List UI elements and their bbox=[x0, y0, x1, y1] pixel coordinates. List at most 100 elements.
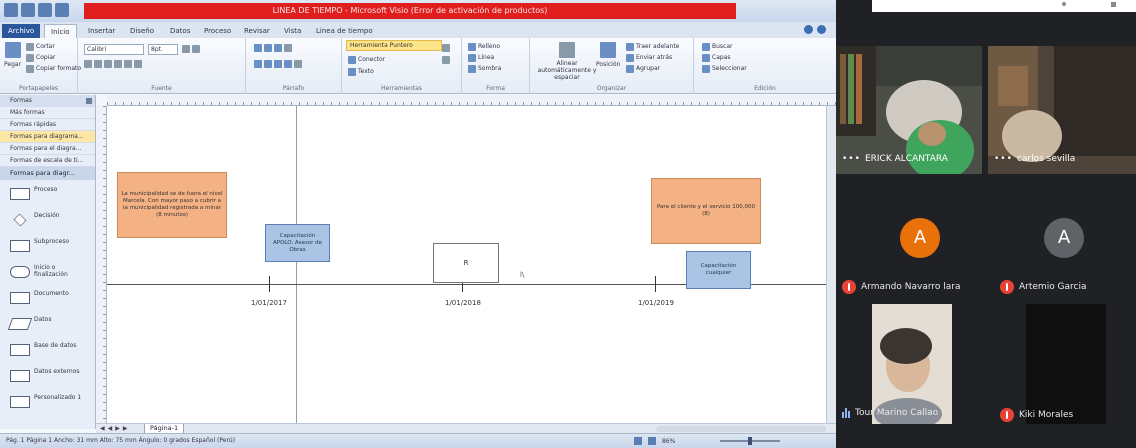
shape-label: Subproceso bbox=[34, 238, 70, 245]
meeting-top-bar bbox=[872, 0, 1136, 12]
shape-item-decision[interactable]: Decisión bbox=[0, 206, 95, 232]
app-icon[interactable] bbox=[4, 3, 18, 17]
participant-avatar[interactable]: A bbox=[900, 218, 940, 258]
font-size-select[interactable]: 8pt. bbox=[148, 44, 178, 55]
timeline-event-box[interactable]: Capacitación APOLO. Asesor de Obras bbox=[265, 224, 330, 262]
tab-diseno[interactable]: Diseño bbox=[124, 24, 160, 38]
process-shape-icon bbox=[10, 188, 30, 200]
participant-tile[interactable] bbox=[872, 304, 952, 424]
copy-button[interactable]: Copiar bbox=[26, 53, 55, 62]
rectangle-icon bbox=[442, 44, 450, 52]
participant-tile[interactable] bbox=[1026, 304, 1106, 424]
more-icon[interactable]: ••• bbox=[842, 154, 861, 164]
participant-tile[interactable]: ••• carlos sevilla bbox=[988, 46, 1136, 174]
save-icon[interactable] bbox=[21, 3, 35, 17]
font-style-buttons[interactable] bbox=[84, 60, 142, 68]
page-navigation[interactable]: ◀ ◀ ▶ ▶ bbox=[100, 424, 128, 433]
shape-item-custom[interactable]: Personalizado 1 bbox=[0, 388, 95, 414]
pointer-tool-button[interactable]: Herramienta Puntero bbox=[346, 40, 442, 51]
stencil-link-timeline[interactable]: Formas de escala de ti... bbox=[0, 155, 95, 167]
shape-item-external-data[interactable]: Datos externos bbox=[0, 362, 95, 388]
redo-icon[interactable] bbox=[55, 3, 69, 17]
zoom-slider-knob[interactable] bbox=[748, 437, 752, 445]
guide-line bbox=[296, 106, 297, 423]
fit-page-icon[interactable] bbox=[648, 437, 656, 445]
participant-name: Armando Navarro lara bbox=[861, 282, 961, 292]
position-button[interactable]: Posición bbox=[596, 42, 620, 69]
participant-avatar[interactable]: A bbox=[1044, 218, 1084, 258]
vertical-align-buttons[interactable] bbox=[254, 44, 292, 52]
send-back-label: Enviar atrás bbox=[636, 54, 673, 61]
timeline-event-box[interactable]: Capacitación cualquier bbox=[686, 251, 751, 289]
shadow-button[interactable]: Sombra bbox=[468, 64, 501, 73]
paste-button[interactable]: Pegar bbox=[4, 42, 21, 69]
stencil-link-diagram-2[interactable]: Formas para el diagra... bbox=[0, 143, 95, 155]
shape-item-process[interactable]: Proceso bbox=[0, 180, 95, 206]
help-icon[interactable] bbox=[817, 25, 826, 34]
last-page-icon[interactable]: ▶ bbox=[123, 424, 128, 433]
shape-item-document[interactable]: Documento bbox=[0, 284, 95, 310]
prev-page-icon[interactable]: ◀ bbox=[108, 424, 113, 433]
horizontal-align-buttons[interactable] bbox=[254, 60, 302, 68]
connector-tool-button[interactable]: Conector bbox=[348, 55, 385, 64]
tab-archivo[interactable]: Archivo bbox=[2, 24, 41, 38]
connector-label: Conector bbox=[358, 56, 386, 63]
send-back-button[interactable]: Enviar atrás bbox=[626, 53, 672, 62]
vertical-scrollbar[interactable] bbox=[826, 106, 836, 423]
select-label: Seleccionar bbox=[712, 65, 747, 72]
collapse-panel-icon[interactable] bbox=[86, 98, 92, 104]
minimize-ribbon-icon[interactable] bbox=[804, 25, 813, 34]
more-options-icon[interactable] bbox=[1062, 2, 1066, 6]
shrink-font-icon bbox=[192, 45, 200, 53]
font-name-select[interactable]: Calibri bbox=[84, 44, 144, 55]
tab-linea-de-tiempo[interactable]: Linea de tiempo bbox=[310, 24, 379, 38]
layers-button[interactable]: Capas bbox=[702, 53, 730, 62]
undo-icon[interactable] bbox=[38, 3, 52, 17]
select-icon bbox=[702, 64, 710, 73]
participant-tile[interactable]: ••• ERICK ALCANTARA bbox=[836, 46, 982, 174]
tab-proceso[interactable]: Proceso bbox=[198, 24, 237, 38]
tab-inicio[interactable]: Inicio bbox=[44, 24, 77, 38]
position-label: Posición bbox=[596, 61, 621, 68]
drawing-canvas[interactable]: 1/01/2017 1/01/2018 1/01/2019 La municip… bbox=[107, 106, 826, 423]
shape-item-data[interactable]: Datos bbox=[0, 310, 95, 336]
first-page-icon[interactable]: ◀ bbox=[100, 424, 105, 433]
auto-align-button[interactable]: Alinear automáticamente y espaciar bbox=[536, 42, 598, 81]
timeline-event-box[interactable]: Para el cliente y el servicio 100,000 (8… bbox=[651, 178, 761, 244]
shape-item-database[interactable]: Base de datos bbox=[0, 336, 95, 362]
shapes-panel-title: Formas bbox=[10, 97, 32, 104]
group-button[interactable]: Agrupar bbox=[626, 64, 660, 73]
tab-vista[interactable]: Vista bbox=[278, 24, 307, 38]
more-icon[interactable]: ••• bbox=[994, 154, 1013, 164]
rectangle-tool-button[interactable] bbox=[442, 44, 450, 52]
fill-button[interactable]: Relleno bbox=[468, 42, 500, 51]
format-painter-button[interactable]: Copiar formato bbox=[26, 64, 81, 73]
tab-revisar[interactable]: Revisar bbox=[238, 24, 276, 38]
quick-shapes-link[interactable]: Formas rápidas bbox=[0, 119, 95, 131]
next-page-icon[interactable]: ▶ bbox=[115, 424, 120, 433]
line-button[interactable]: Línea bbox=[468, 53, 494, 62]
full-screen-icon[interactable] bbox=[634, 437, 642, 445]
cut-button[interactable]: Cortar bbox=[26, 42, 55, 51]
close-icon[interactable] bbox=[1111, 2, 1116, 7]
font-grow-buttons[interactable] bbox=[182, 45, 200, 53]
tab-insertar[interactable]: Insertar bbox=[82, 24, 121, 38]
stencil-link-diagram-1[interactable]: Formas para diagrama... bbox=[0, 131, 95, 143]
group-label-tools: Herramientas bbox=[381, 85, 422, 92]
select-button[interactable]: Seleccionar bbox=[702, 64, 747, 73]
group-editing: Buscar Capas Seleccionar Edición bbox=[694, 38, 836, 94]
shape-item-start-end[interactable]: Inicio o finalización bbox=[0, 258, 95, 284]
find-button[interactable]: Buscar bbox=[702, 42, 733, 51]
zoom-level[interactable]: 86% bbox=[662, 438, 675, 445]
close-tool-button[interactable] bbox=[442, 56, 450, 64]
timeline-event-box[interactable]: La municipalidad se de fuera el nivel Ma… bbox=[117, 172, 227, 238]
shape-item-subprocess[interactable]: Subproceso bbox=[0, 232, 95, 258]
text-tool-button[interactable]: Texto bbox=[348, 67, 374, 76]
tab-datos[interactable]: Datos bbox=[164, 24, 196, 38]
bring-front-button[interactable]: Traer adelante bbox=[626, 42, 679, 51]
justify-icon bbox=[284, 60, 292, 68]
more-shapes-link[interactable]: Más formas bbox=[0, 107, 95, 119]
timeline-event-box[interactable]: R bbox=[433, 243, 499, 283]
horizontal-scrollbar[interactable] bbox=[656, 426, 826, 432]
video-call-panel: ••• ERICK ALCANTARA ••• carlos sevilla A… bbox=[836, 0, 1136, 448]
